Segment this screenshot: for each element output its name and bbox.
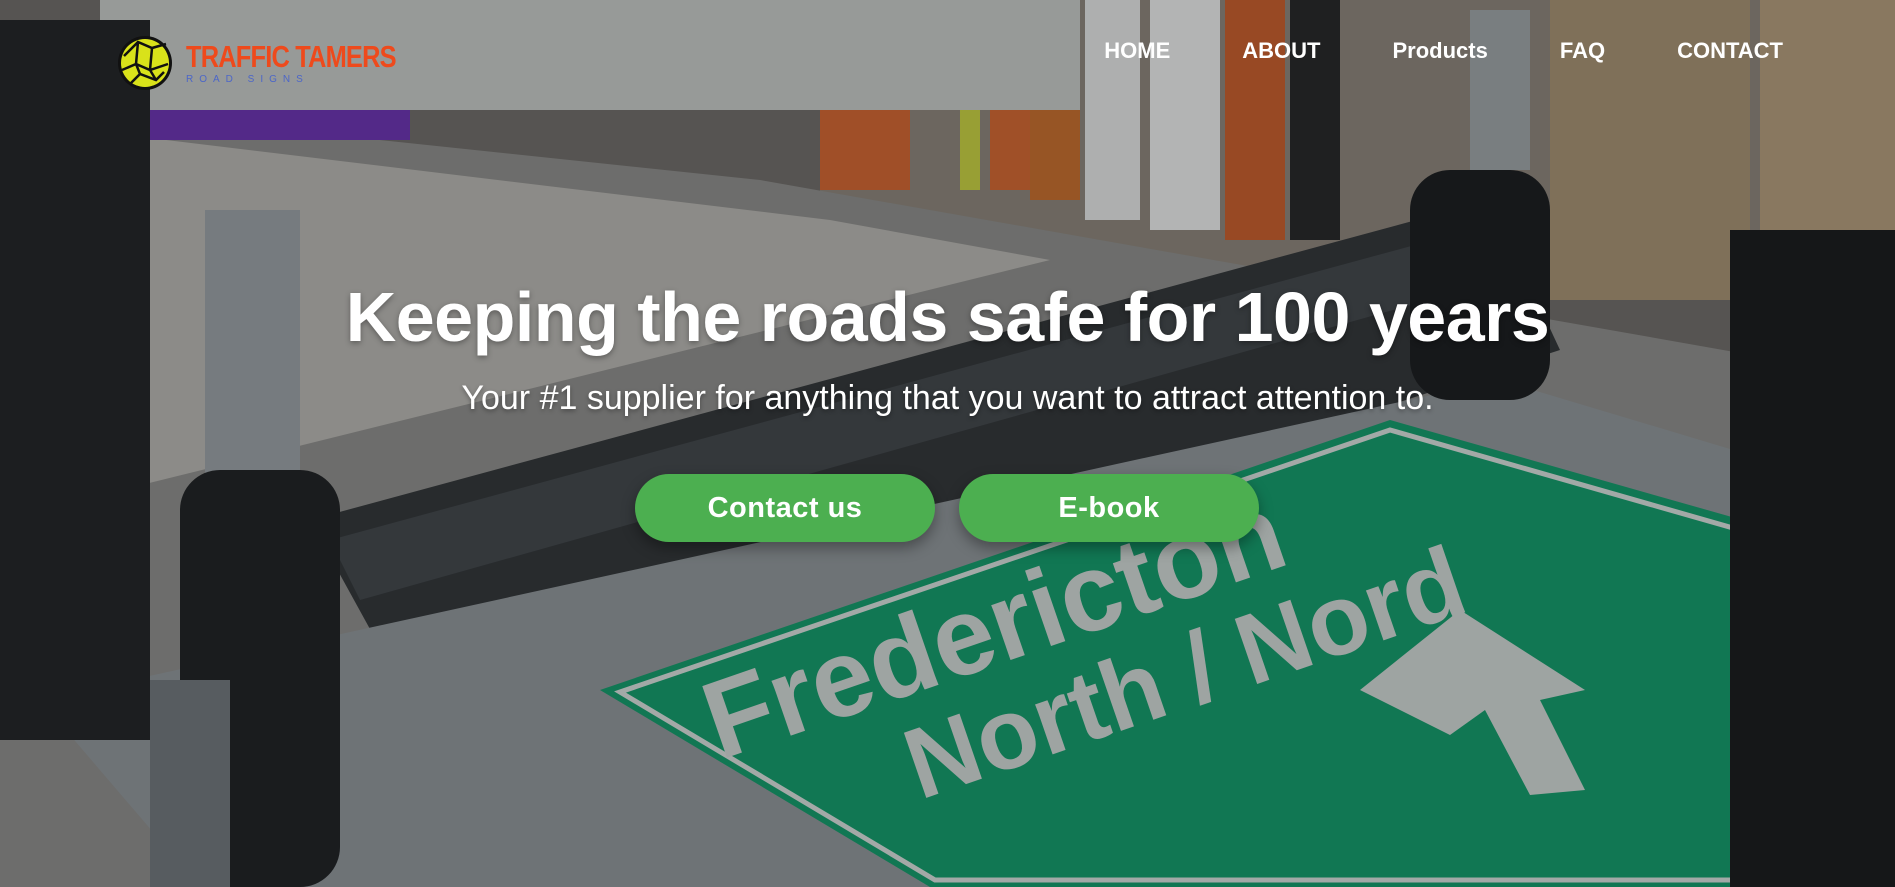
hero-section: Fredericton North / Nord TRAFFIC TAMERS … bbox=[0, 0, 1895, 887]
nav-home-link[interactable]: HOME bbox=[1104, 38, 1170, 64]
nav-contact-link[interactable]: CONTACT bbox=[1677, 38, 1783, 64]
top-navigation: TRAFFIC TAMERS ROAD SIGNS HOME ABOUT Pro… bbox=[0, 0, 1895, 104]
ebook-button[interactable]: E-book bbox=[959, 474, 1259, 542]
hero-headline: Keeping the roads safe for 100 years bbox=[345, 278, 1550, 356]
brand-logo[interactable]: TRAFFIC TAMERS ROAD SIGNS bbox=[116, 34, 406, 94]
nav-faq-link[interactable]: FAQ bbox=[1560, 38, 1605, 64]
contact-us-button[interactable]: Contact us bbox=[635, 474, 935, 542]
background-overlay bbox=[0, 0, 1895, 887]
logo-globe-icon bbox=[118, 36, 172, 90]
brand-name: TRAFFIC TAMERS bbox=[186, 39, 397, 74]
nav-about-link[interactable]: ABOUT bbox=[1242, 38, 1320, 64]
main-menu: HOME ABOUT Products FAQ CONTACT bbox=[1104, 38, 1783, 64]
hero-subheadline: Your #1 supplier for anything that you w… bbox=[461, 379, 1434, 417]
nav-products-link[interactable]: Products bbox=[1392, 38, 1487, 64]
brand-tagline: ROAD SIGNS bbox=[186, 74, 309, 85]
